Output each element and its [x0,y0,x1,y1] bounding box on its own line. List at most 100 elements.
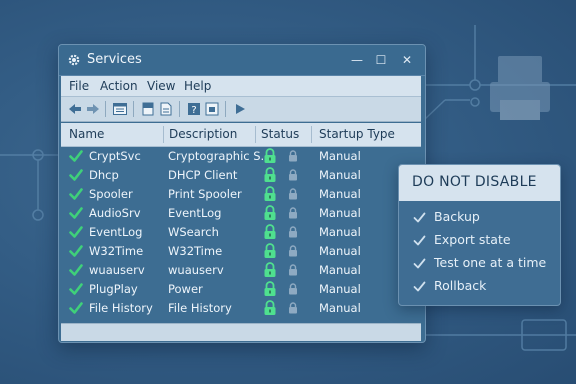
check-icon [413,235,426,246]
help-icon[interactable]: ? [186,101,202,117]
table-row[interactable]: CryptSvc Cryptographic S... Manual [61,147,421,166]
service-description: EventLog [168,206,222,220]
service-description: W32Time [168,244,223,258]
lock-icon [264,262,276,277]
checklist-item: Test one at a time [413,254,558,274]
close-button[interactable]: ✕ [397,51,417,69]
check-icon [69,226,83,238]
forward-arrow-icon[interactable] [85,101,101,117]
table-row[interactable]: EventLog WSearch Manual [61,223,421,242]
menu-file[interactable]: File [69,79,89,93]
service-name: W32Time [89,244,144,258]
export-icon[interactable] [158,101,174,117]
lock-icon [264,205,276,220]
checklist-label: Rollback [434,278,487,293]
service-description: File History [168,301,232,315]
panel-header: DO NOT DISABLE [399,165,560,201]
service-description: WSearch [168,225,219,239]
check-icon [69,188,83,200]
services-list: CryptSvc Cryptographic S... Manual Dhcp DHCP… [61,147,421,321]
window-title: Services [87,52,142,67]
panel-title: DO NOT DISABLE [412,174,537,190]
column-header: Name Description Status Startup Type [61,123,421,147]
check-icon [69,283,83,295]
lock-icon [264,243,276,258]
toolbar: ? [61,97,421,122]
service-startup-type: Manual [319,149,361,163]
lock-small-icon [289,188,297,200]
menu-help[interactable]: Help [184,79,211,93]
service-startup-type: Manual [319,168,361,182]
service-name: AudioSrv [89,206,141,220]
service-description: Power [168,282,203,296]
title-bar[interactable]: Services — ☐ ✕ [59,45,425,76]
service-name: File History [89,301,153,315]
table-row[interactable]: PlugPlay Power Manual [61,280,421,299]
service-name: CryptSvc [89,149,141,163]
lock-small-icon [289,207,297,219]
service-startup-type: Manual [319,225,361,239]
lock-icon [264,167,276,182]
lock-small-icon [289,302,297,314]
console-icon[interactable] [112,101,128,117]
check-icon [413,258,426,269]
gear-icon [68,54,80,66]
lock-small-icon [289,245,297,257]
back-arrow-icon[interactable] [67,101,83,117]
checklist-label: Backup [434,209,480,224]
lock-icon [264,300,276,315]
lock-small-icon [289,264,297,276]
table-row[interactable]: Dhcp DHCP Client Manual [61,166,421,185]
menu-action[interactable]: Action [100,79,138,93]
lock-small-icon [289,283,297,295]
col-name[interactable]: Name [69,123,104,146]
service-startup-type: Manual [319,187,361,201]
table-row[interactable]: AudioSrv EventLog Manual [61,204,421,223]
service-startup-type: Manual [319,263,361,277]
table-row[interactable]: File History File History Manual [61,299,421,318]
lock-small-icon [289,150,297,162]
col-startup-type[interactable]: Startup Type [319,123,395,146]
check-icon [69,264,83,276]
check-icon [69,207,83,219]
checklist-label: Export state [434,232,511,247]
service-startup-type: Manual [319,301,361,315]
properties-icon[interactable] [140,101,156,117]
printer-icon [490,56,550,120]
check-icon [69,150,83,162]
play-icon[interactable] [232,101,248,117]
checklist-item: Backup [413,208,558,228]
service-description: Cryptographic S... [168,149,272,163]
menu-view[interactable]: View [147,79,175,93]
svg-text:?: ? [191,105,196,116]
table-row[interactable]: wuauserv wuauserv Manual [61,261,421,280]
services-window: Services — ☐ ✕ File Action View Help ? N… [58,44,426,343]
service-name: wuauserv [89,263,145,277]
checklist-item: Export state [413,231,558,251]
checklist-label: Test one at a time [434,255,547,270]
table-row[interactable]: Spooler Print Spooler Manual [61,185,421,204]
lock-icon [264,224,276,239]
service-name: PlugPlay [89,282,138,296]
service-name: EventLog [89,225,143,239]
col-status[interactable]: Status [261,123,299,146]
check-icon [69,169,83,181]
table-row[interactable]: W32Time W32Time Manual [61,242,421,261]
check-icon [69,302,83,314]
service-description: DHCP Client [168,168,238,182]
lock-icon [264,281,276,296]
minimize-button[interactable]: — [347,51,367,69]
check-icon [69,245,83,257]
check-icon [413,281,426,292]
col-description[interactable]: Description [169,123,237,146]
service-startup-type: Manual [319,244,361,258]
status-bar [61,323,421,341]
service-startup-type: Manual [319,282,361,296]
lock-small-icon [289,226,297,238]
view-icon[interactable] [204,101,220,117]
service-startup-type: Manual [319,206,361,220]
maximize-button[interactable]: ☐ [371,51,391,69]
check-icon [413,212,426,223]
menu-bar: File Action View Help [61,76,421,97]
do-not-disable-panel: DO NOT DISABLE Backup Export state Test on… [398,164,561,306]
